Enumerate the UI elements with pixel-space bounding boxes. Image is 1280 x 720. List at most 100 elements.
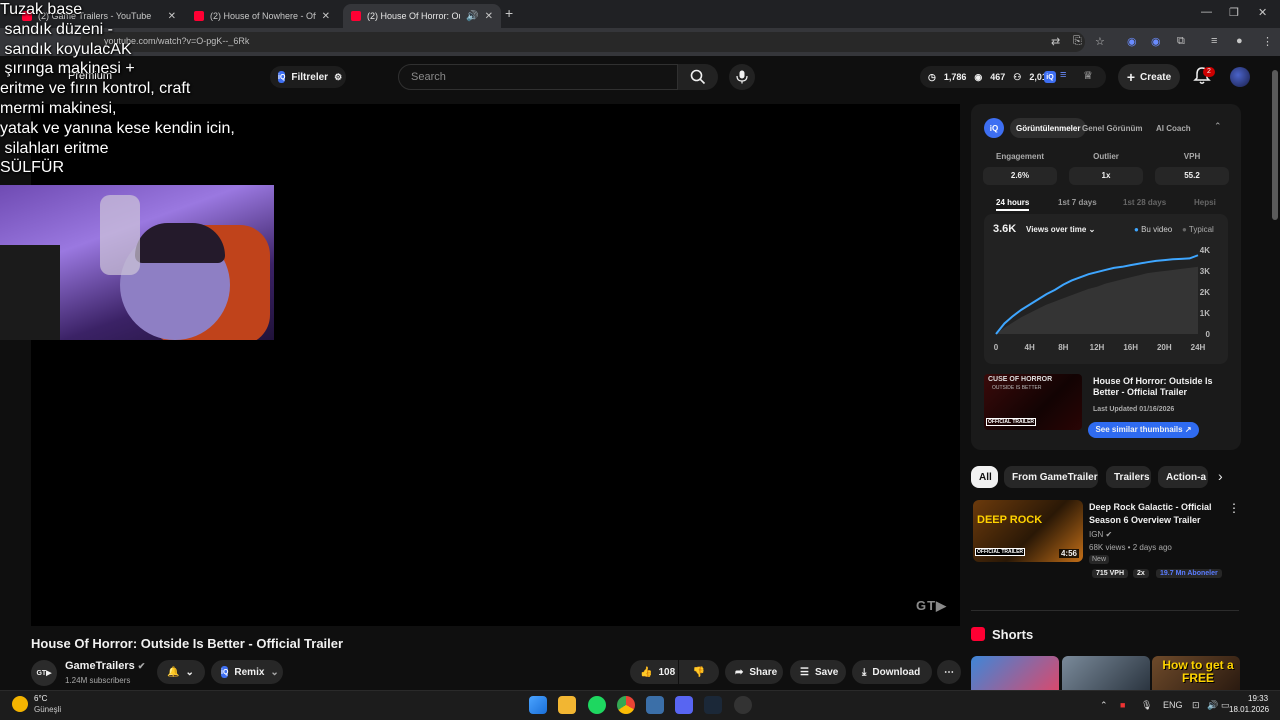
spotify-icon[interactable] bbox=[588, 696, 606, 714]
see-similar-thumbnails-button[interactable]: See similar thumbnails ↗ bbox=[1088, 422, 1199, 438]
metric-value: 1x bbox=[1069, 167, 1143, 185]
youtube-icon bbox=[351, 11, 361, 21]
bookmark-star-icon[interactable]: ☆ bbox=[1095, 35, 1105, 48]
close-icon[interactable]: ✕ bbox=[485, 11, 493, 22]
browser-tab-active[interactable]: (2) House Of Horror: Outsid 🔊 ✕ bbox=[343, 4, 501, 28]
more-vert-icon[interactable]: ⋮ bbox=[1228, 501, 1240, 515]
webcam-overlay bbox=[0, 185, 274, 340]
minimize-button[interactable]: — bbox=[1201, 6, 1212, 18]
video-player[interactable] bbox=[31, 104, 960, 626]
channel-stats-pill[interactable]: ◷ 1,786 ◉ 467 ⚇ 2,014 bbox=[920, 66, 1106, 88]
save-button[interactable]: ☰ Save bbox=[790, 660, 846, 684]
x-tick-label: 24H bbox=[1191, 343, 1206, 352]
extensions-puzzle-icon[interactable]: ⧉ bbox=[1177, 35, 1185, 48]
rec-title[interactable]: Deep Rock Galactic - Official Season 6 O… bbox=[1089, 501, 1224, 527]
extension-icon[interactable]: ◉ bbox=[1151, 35, 1161, 48]
chip-all[interactable]: All bbox=[971, 466, 998, 488]
sun-weather-icon[interactable] bbox=[12, 696, 28, 712]
bell-icon: 🔔 bbox=[167, 666, 180, 678]
verified-icon: ✔ bbox=[137, 661, 146, 671]
chip-action[interactable]: Action-a bbox=[1158, 466, 1208, 488]
save-icon: ☰ bbox=[800, 666, 809, 678]
translate-icon[interactable]: ⇄ bbox=[1051, 35, 1060, 48]
collapse-chevron-icon[interactable]: ⌃ bbox=[1214, 121, 1222, 132]
short-thumbnail[interactable]: How to get a FREE bbox=[1152, 656, 1240, 690]
metric-label: Outlier bbox=[1093, 152, 1119, 161]
steam-icon[interactable] bbox=[704, 696, 722, 714]
rec-outlier: 2x bbox=[1133, 569, 1149, 578]
range-tab-7d[interactable]: 1st 7 days bbox=[1058, 198, 1097, 207]
legend-typical: ● Typical bbox=[1182, 225, 1214, 234]
close-window-button[interactable]: ✕ bbox=[1258, 6, 1267, 19]
tray-mic-icon[interactable]: 🎙 bbox=[1141, 700, 1152, 711]
range-tab-28d[interactable]: 1st 28 days bbox=[1123, 198, 1166, 207]
speaker-icon[interactable]: 🔊 bbox=[466, 11, 478, 22]
filters-button[interactable]: iQ Filtreler ⚙ bbox=[270, 66, 346, 88]
extension-icon[interactable]: ◉ bbox=[1127, 35, 1137, 48]
dislike-button[interactable]: 👎 bbox=[679, 660, 719, 684]
rec-subs: 19.7 Mn Aboneler bbox=[1156, 569, 1222, 578]
settings-app-icon[interactable] bbox=[646, 696, 664, 714]
like-button[interactable]: 👍 108 bbox=[630, 660, 678, 684]
chrome-icon[interactable] bbox=[617, 696, 635, 714]
y-tick-label: 4K bbox=[1200, 246, 1210, 255]
remix-button[interactable]: iQ Remix ⌄ bbox=[211, 660, 283, 684]
list-icon[interactable]: ≡ bbox=[1060, 69, 1066, 81]
views-over-time-chart: 0 4H 8H 12H 16H 20H 24H01K2K3K4K bbox=[994, 246, 1211, 352]
views-dropdown[interactable]: Views over time ⌄ bbox=[1026, 225, 1095, 234]
iq-icon[interactable]: iQ bbox=[1044, 71, 1056, 83]
range-tab-24h[interactable]: 24 hours bbox=[996, 198, 1030, 211]
voice-search-button[interactable] bbox=[729, 64, 755, 90]
volume-icon[interactable]: 🔊 bbox=[1207, 700, 1218, 711]
file-explorer-icon[interactable] bbox=[558, 696, 576, 714]
profile-icon[interactable]: ● bbox=[1236, 35, 1243, 47]
more-actions-button[interactable]: ⋯ bbox=[937, 660, 961, 684]
gametrailers-watermark: GT▶ bbox=[916, 598, 948, 613]
close-icon[interactable]: ✕ bbox=[322, 11, 330, 22]
search-button[interactable] bbox=[678, 64, 718, 90]
search-input[interactable]: Search bbox=[398, 64, 678, 90]
range-tab-all[interactable]: Hepsi bbox=[1194, 198, 1216, 207]
windows-start-icon[interactable] bbox=[529, 696, 547, 714]
short-thumbnail[interactable] bbox=[1062, 656, 1150, 690]
legend-this-label: Bu video bbox=[1141, 225, 1173, 234]
trophy-icon[interactable]: ♕ bbox=[1083, 69, 1093, 82]
tab-views[interactable]: Görüntülenmeler bbox=[1010, 118, 1087, 138]
rec-channel[interactable]: IGN ✔ bbox=[1089, 530, 1112, 539]
scrollbar-thumb[interactable] bbox=[1272, 70, 1278, 220]
stat-views: 1,786 bbox=[943, 72, 967, 82]
tab-overview[interactable]: Genel Görünüm bbox=[1076, 118, 1148, 138]
x-tick-label: 8H bbox=[1058, 343, 1068, 352]
reading-list-icon[interactable]: ≡ bbox=[1211, 35, 1217, 47]
short-text: How to get a FREE bbox=[1162, 658, 1234, 685]
share-button[interactable]: ➦ Share bbox=[725, 660, 783, 684]
chip-from-channel[interactable]: From GameTrailers bbox=[1004, 466, 1098, 488]
tray-app-icon[interactable]: ■ bbox=[1120, 700, 1125, 710]
chip-trailers[interactable]: Trailers bbox=[1106, 466, 1151, 488]
channel-name[interactable]: GameTrailers ✔ bbox=[65, 660, 145, 672]
short-thumbnail[interactable] bbox=[971, 656, 1059, 690]
network-icon[interactable]: ⊡ bbox=[1192, 700, 1200, 711]
language-indicator[interactable]: ENG bbox=[1163, 700, 1183, 710]
video-duration: 4:56 bbox=[1058, 549, 1079, 558]
views-total: 3.6K bbox=[993, 223, 1017, 235]
download-button[interactable]: ⤓ Download bbox=[852, 660, 932, 684]
install-icon[interactable]: ⎘ bbox=[1073, 35, 1082, 48]
featured-thumbnail[interactable]: CUSE OF HORROR OUTSIDE IS BETTER OFFICIA… bbox=[984, 374, 1082, 430]
chevron-right-icon[interactable]: › bbox=[1218, 468, 1223, 484]
maximize-button[interactable]: ❐ bbox=[1229, 6, 1239, 19]
menu-icon[interactable]: ⋮ bbox=[1262, 35, 1273, 48]
subscribe-bell-button[interactable]: 🔔 ⌄ bbox=[157, 660, 205, 684]
discord-icon[interactable] bbox=[675, 696, 693, 714]
save-label: Save bbox=[814, 666, 839, 678]
account-avatar[interactable] bbox=[1230, 67, 1250, 87]
recommended-thumbnail[interactable]: DEEP ROCK OFFICIAL TRAILER 4:56 bbox=[973, 500, 1083, 562]
overlay-line: silahları eritme bbox=[0, 139, 109, 157]
thumb-subtitle-text: OUTSIDE IS BETTER bbox=[992, 385, 1042, 391]
tray-chevron-up-icon[interactable]: ⌃ bbox=[1100, 700, 1108, 711]
create-button[interactable]: + Create bbox=[1118, 64, 1180, 90]
obs-icon[interactable] bbox=[734, 696, 752, 714]
tab-ai-coach[interactable]: AI Coach bbox=[1150, 118, 1197, 138]
new-tab-button[interactable]: + bbox=[505, 5, 513, 21]
channel-avatar[interactable]: GT▶ bbox=[31, 660, 57, 686]
